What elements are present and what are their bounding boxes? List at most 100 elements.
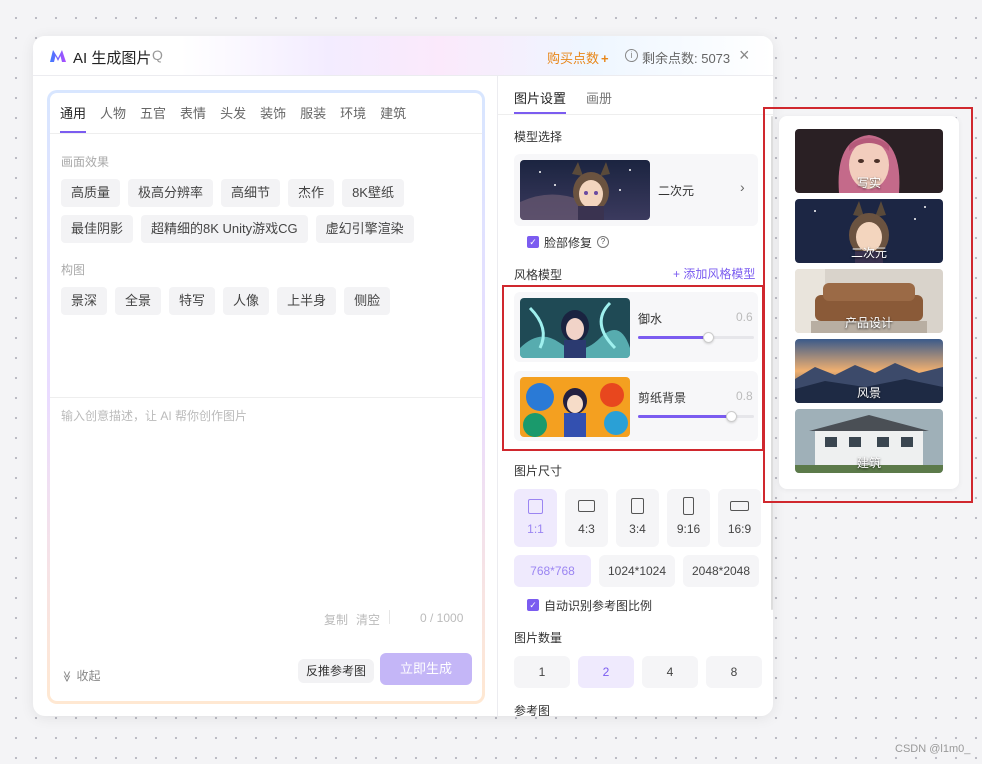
keyword-chip[interactable]: 人像: [223, 287, 270, 315]
reverse-reference-button[interactable]: 反推参考图: [298, 659, 375, 683]
prompt-input[interactable]: [61, 407, 471, 607]
ratio-option-3-4[interactable]: 3:4: [616, 489, 659, 547]
collapse-button[interactable]: ≫ 收起: [60, 667, 101, 684]
ratio-option-4-3[interactable]: 4:3: [565, 489, 608, 547]
model-option-label: 二次元: [850, 246, 887, 260]
panel-header: AI 生成图片 Q 购买点数 + i 剩余点数: 5073 ×: [33, 36, 773, 76]
chevron-right-icon: ›: [740, 179, 745, 195]
model-option-architecture[interactable]: 建筑: [795, 409, 943, 473]
resolution-options: 768*768 1024*1024 2048*2048: [514, 555, 759, 587]
keyword-chip[interactable]: 高细节: [221, 179, 281, 207]
tab-architecture[interactable]: 建筑: [380, 103, 406, 133]
face-fix-label: 脸部修复: [544, 236, 593, 250]
keyword-chip[interactable]: 极高分辨率: [128, 179, 214, 207]
settings-tabs: 图片设置 画册: [514, 88, 632, 114]
tabs-divider: [50, 133, 482, 134]
model-option-landscape[interactable]: 风景: [795, 339, 943, 403]
tab-person[interactable]: 人物: [100, 103, 126, 133]
model-section-label: 模型选择: [514, 130, 563, 144]
model-option-label: 风景: [856, 386, 881, 400]
tab-features[interactable]: 五官: [140, 103, 166, 133]
quantity-option[interactable]: 8: [706, 656, 762, 688]
quantity-option[interactable]: 1: [514, 656, 570, 688]
tab-accessory[interactable]: 装饰: [260, 103, 286, 133]
section-label-effect: 画面效果: [61, 155, 110, 169]
keyword-chip[interactable]: 特写: [169, 287, 216, 315]
buy-points-label: 购买点数: [547, 51, 600, 66]
close-icon[interactable]: ×: [739, 45, 750, 66]
model-option-label: 写实: [856, 176, 881, 190]
tab-expression[interactable]: 表情: [180, 103, 206, 133]
keyword-chip[interactable]: 超精细的8K Unity游戏CG: [141, 215, 308, 243]
size-option[interactable]: 2048*2048: [683, 555, 759, 587]
clear-button[interactable]: 清空: [356, 611, 380, 628]
keyword-chip[interactable]: 最佳阴影: [61, 215, 134, 243]
generate-button[interactable]: 立即生成: [380, 653, 472, 685]
quantity-option[interactable]: 2: [578, 656, 634, 688]
keyword-chip[interactable]: 侧脸: [344, 287, 391, 315]
keyword-chip[interactable]: 全景: [115, 287, 162, 315]
quantity-options: 1 2 4 8: [514, 656, 762, 688]
portrait-icon: [631, 498, 644, 514]
keyword-chip[interactable]: 高质量: [61, 179, 121, 207]
ratio-option-16-9[interactable]: 16:9: [718, 489, 761, 547]
model-option-product[interactable]: 产品设计: [795, 269, 943, 333]
model-option-realistic[interactable]: 写实: [795, 129, 943, 193]
keyword-chip[interactable]: 上半身: [277, 287, 337, 315]
model-thumbnail: [520, 160, 650, 220]
tab-image-settings[interactable]: 图片设置: [514, 88, 567, 114]
ratio-label: 16:9: [727, 522, 752, 536]
ratio-option-1-1[interactable]: 1:1: [514, 489, 557, 547]
quantity-option[interactable]: 4: [642, 656, 698, 688]
settings-tabs-divider: [498, 114, 773, 115]
buy-points-button[interactable]: 购买点数 +: [547, 48, 609, 67]
collapse-label: 收起: [76, 669, 101, 683]
keyword-chip[interactable]: 景深: [61, 287, 108, 315]
ratio-label: 3:4: [629, 522, 646, 536]
size-option[interactable]: 1024*1024: [599, 555, 675, 587]
section-label-composition: 构图: [61, 263, 86, 277]
face-fix-checkbox[interactable]: ✓: [527, 236, 539, 248]
ratio-label: 9:16: [676, 522, 701, 536]
chevron-double-down-icon: ≫: [60, 670, 73, 683]
watermark: CSDN @l1m0_: [895, 743, 971, 755]
tab-clothing[interactable]: 服装: [300, 103, 326, 133]
keyword-chip[interactable]: 虚幻引擎渲染: [315, 215, 414, 243]
tab-hair[interactable]: 头发: [220, 103, 246, 133]
model-selector[interactable]: 二次元 ›: [514, 154, 758, 226]
wide-landscape-icon: [730, 501, 749, 511]
auto-ratio-checkbox[interactable]: ✓: [527, 599, 539, 611]
reference-section-label: 参考图: [514, 704, 551, 716]
tab-environment[interactable]: 环境: [340, 103, 366, 133]
tall-portrait-icon: [683, 497, 694, 515]
tab-album[interactable]: 画册: [586, 88, 612, 114]
effect-chips: 高质量 极高分辨率 高细节 杰作 8K壁纸 最佳阴影 超精细的8K Unity游…: [61, 179, 471, 243]
auto-ratio-label: 自动识别参考图比例: [544, 599, 653, 613]
keyword-chip[interactable]: 杰作: [288, 179, 335, 207]
column-divider: [497, 76, 498, 716]
help-icon[interactable]: ?: [597, 236, 609, 248]
tab-general[interactable]: 通用: [60, 103, 87, 133]
info-icon: i: [625, 49, 638, 62]
style-section-label: 风格模型: [514, 268, 563, 282]
square-icon: [528, 499, 543, 514]
plus-icon: +: [601, 51, 609, 66]
model-name: 二次元: [658, 184, 695, 198]
model-option-label: 产品设计: [844, 316, 893, 330]
panel-title: AI 生成图片: [73, 50, 152, 67]
model-option-anime[interactable]: 二次元: [795, 199, 943, 263]
quantity-section-label: 图片数量: [514, 631, 563, 645]
size-option[interactable]: 768*768: [514, 555, 591, 587]
copy-button[interactable]: 复制: [324, 611, 348, 628]
title-suffix: Q: [152, 47, 163, 63]
keyword-chip[interactable]: 8K壁纸: [342, 179, 404, 207]
ratio-label: 1:1: [527, 522, 544, 536]
prompt-divider: [50, 397, 482, 398]
ratio-option-9-16[interactable]: 9:16: [667, 489, 710, 547]
keyword-tabs: 通用 人物 五官 表情 头发 装饰 服装 环境 建筑: [60, 103, 420, 135]
ratio-label: 4:3: [578, 522, 595, 536]
prompt-box: 通用 人物 五官 表情 头发 装饰 服装 环境 建筑 画面效果 高质量 极高分辨…: [47, 90, 485, 704]
size-section-label: 图片尺寸: [514, 464, 563, 478]
char-count: 0 / 1000: [420, 611, 464, 625]
add-style-button[interactable]: + 添加风格模型: [673, 265, 755, 282]
